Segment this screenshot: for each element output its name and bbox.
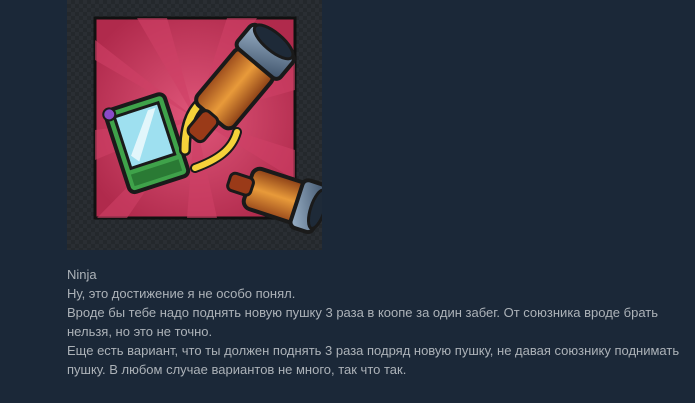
achievement-icon-frame (67, 0, 322, 250)
comment-author[interactable]: Ninja (67, 265, 687, 284)
comment-line-3: Еще есть вариант, что ты должен поднять … (67, 343, 680, 377)
weapon-swap-icon (93, 16, 322, 235)
comment-line-2: Вроде бы тебе надо поднять новую пушку 3… (67, 305, 658, 339)
comment-body: Ninja Ну, это достижение я не особо поня… (67, 265, 687, 379)
comment-line-1: Ну, это достижение я не особо понял. (67, 286, 296, 301)
